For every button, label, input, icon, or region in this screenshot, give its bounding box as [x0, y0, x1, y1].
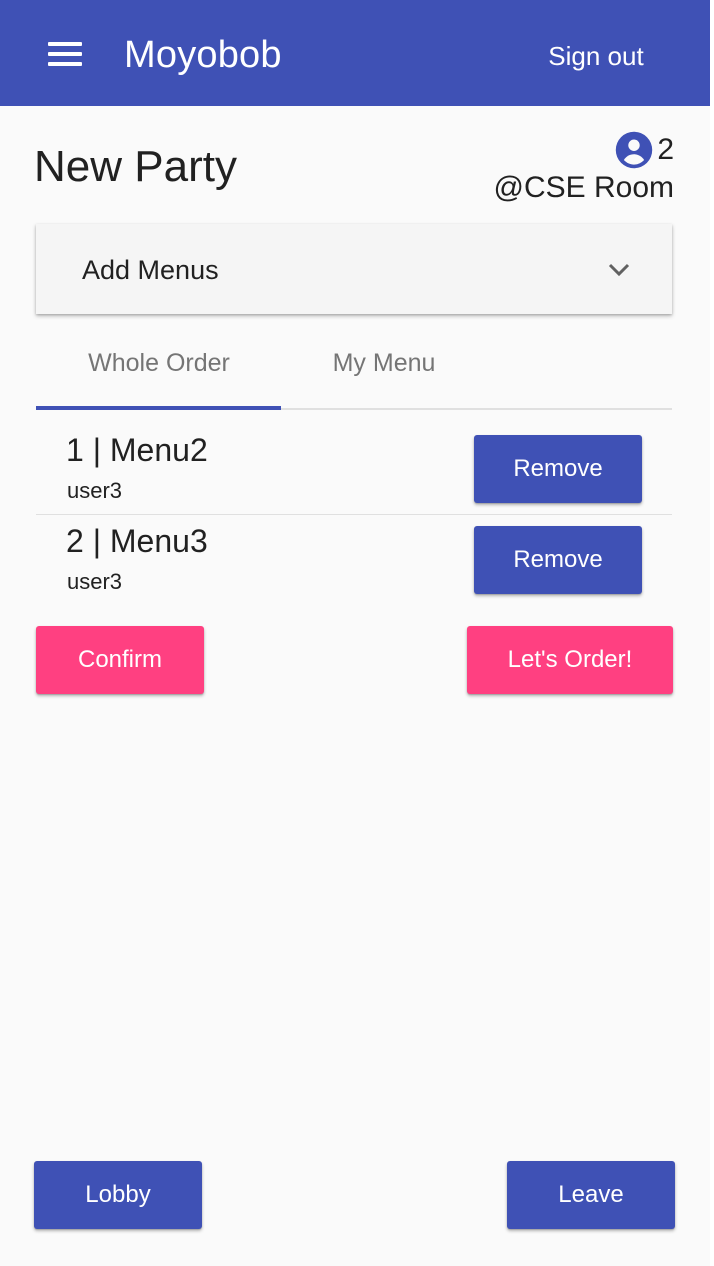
lets-order-button[interactable]: Let's Order! [467, 626, 673, 694]
list-item: 2 | Menu3 user3 Remove [36, 515, 672, 605]
leave-button[interactable]: Leave [507, 1161, 675, 1229]
tab-whole-order[interactable]: Whole Order [36, 330, 282, 406]
order-list: 1 | Menu2 user3 Remove 2 | Menu3 user3 R… [36, 424, 672, 605]
order-item-title: 2 | Menu3 [66, 523, 208, 559]
order-item-title: 1 | Menu2 [66, 432, 208, 468]
app-bar: Moyobob Sign out [0, 0, 710, 106]
remove-button[interactable]: Remove [474, 435, 642, 503]
member-count: 2 [615, 130, 674, 170]
order-tabs: Whole Order My Menu [36, 330, 672, 410]
order-item-user: user3 [67, 478, 123, 503]
order-item-user: user3 [67, 569, 123, 594]
tab-indicator [36, 406, 281, 410]
confirm-button[interactable]: Confirm [36, 626, 204, 694]
member-count-value: 2 [657, 133, 674, 166]
right-edge-divider [710, 0, 714, 1266]
lobby-button[interactable]: Lobby [34, 1161, 202, 1229]
party-page: Moyobob Sign out New Party 2 @CSE Room A… [0, 0, 714, 1266]
remove-button[interactable]: Remove [474, 526, 642, 594]
page-title: New Party [34, 142, 237, 191]
chevron-down-icon [608, 263, 630, 277]
add-menus-dropdown[interactable]: Add Menus [36, 224, 672, 314]
add-menus-label: Add Menus [82, 255, 219, 285]
hamburger-menu-icon[interactable] [48, 42, 84, 70]
room-location: @CSE Room [493, 171, 675, 204]
sign-out-button[interactable]: Sign out [520, 34, 672, 78]
app-title: Moyobob [124, 34, 282, 76]
list-item: 1 | Menu2 user3 Remove [36, 424, 672, 515]
account-circle-icon [616, 131, 653, 169]
tab-my-menu[interactable]: My Menu [282, 330, 486, 406]
